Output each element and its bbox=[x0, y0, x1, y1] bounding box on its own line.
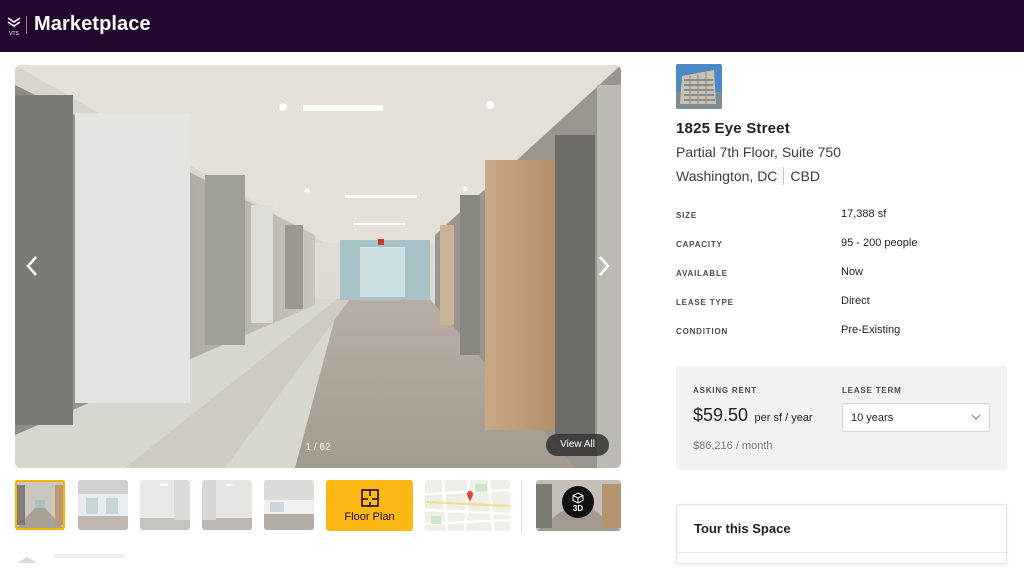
building-photo[interactable] bbox=[676, 64, 722, 109]
tour-card: Tour this Space bbox=[676, 504, 1008, 564]
location-divider bbox=[783, 167, 785, 185]
partial-content bbox=[54, 554, 124, 558]
logo-divider bbox=[26, 16, 27, 34]
listing-city: Washington, DC bbox=[676, 168, 778, 184]
spec-label: CONDITION bbox=[676, 327, 729, 336]
map-thumbnail[interactable] bbox=[425, 480, 510, 531]
next-photo-button[interactable] bbox=[589, 251, 619, 281]
spec-row-capacity: CAPACITY 95 - 200 people bbox=[676, 237, 1007, 253]
3d-tour-badge: 3D bbox=[562, 486, 594, 518]
floor-plan-label: Floor Plan bbox=[344, 511, 395, 523]
spec-value: Direct bbox=[841, 295, 870, 307]
rent-amount: $59.50 bbox=[693, 405, 749, 425]
top-navigation-bar: VTS Marketplace bbox=[0, 0, 1024, 52]
spec-value: 17,388 sf bbox=[841, 208, 887, 220]
thumbnail-1[interactable] bbox=[15, 480, 65, 530]
chevron-down-icon bbox=[971, 414, 981, 420]
vts-logo-icon[interactable]: VTS bbox=[6, 15, 22, 37]
svg-text:VTS: VTS bbox=[9, 31, 19, 37]
lease-term-select[interactable]: 10 years bbox=[842, 403, 990, 432]
listing-suite: Partial 7th Floor, Suite 750 bbox=[676, 144, 841, 160]
partial-avatar bbox=[15, 550, 45, 563]
thumbnail-3[interactable] bbox=[140, 480, 190, 530]
floor-plan-button[interactable]: Floor Plan bbox=[326, 480, 413, 531]
spec-value: Pre-Existing bbox=[841, 324, 901, 336]
hallway-photo bbox=[15, 65, 621, 468]
spec-row-size: SIZE 17,388 sf bbox=[676, 208, 1007, 224]
thumbnail-5[interactable] bbox=[264, 480, 314, 530]
lease-term-value: 10 years bbox=[851, 412, 894, 424]
lease-term-label: LEASE TERM bbox=[842, 386, 902, 395]
previous-photo-button[interactable] bbox=[17, 251, 47, 281]
spec-label: LEASE TYPE bbox=[676, 298, 734, 307]
cube-icon bbox=[572, 491, 584, 504]
spec-label: CAPACITY bbox=[676, 240, 723, 249]
listing-address: 1825 Eye Street bbox=[676, 120, 790, 137]
spec-value: Now bbox=[841, 266, 864, 278]
brand-title[interactable]: Marketplace bbox=[34, 13, 151, 36]
spec-row-lease-type: LEASE TYPE Direct bbox=[676, 295, 1007, 311]
3d-tour-thumbnail[interactable]: 3D bbox=[536, 480, 621, 531]
floor-plan-icon bbox=[360, 489, 379, 507]
view-all-button[interactable]: View All bbox=[546, 434, 609, 456]
asking-rent-label: ASKING RENT bbox=[693, 386, 757, 395]
3d-badge-label: 3D bbox=[572, 503, 584, 513]
thumbnail-4[interactable] bbox=[202, 480, 252, 530]
spec-value: 95 - 200 people bbox=[841, 237, 918, 249]
rent-unit: per sf / year bbox=[754, 412, 813, 424]
pricing-panel: ASKING RENT $59.50 per sf / year $86,216… bbox=[676, 366, 1007, 470]
spec-label: SIZE bbox=[676, 211, 697, 220]
listing-submarket: CBD bbox=[790, 168, 820, 184]
chevron-right-icon bbox=[599, 256, 610, 276]
listing-location: Washington, DC CBD bbox=[676, 167, 820, 185]
spec-label: AVAILABLE bbox=[676, 269, 728, 278]
chevron-left-icon bbox=[26, 256, 37, 276]
tour-divider bbox=[677, 552, 1008, 553]
thumbnail-divider bbox=[521, 480, 522, 531]
tour-title: Tour this Space bbox=[694, 521, 791, 536]
photo-counter: 1 / 62 bbox=[305, 442, 331, 453]
monthly-rent: $86,216 / month bbox=[693, 440, 773, 452]
photo-gallery[interactable]: 1 / 62 View All bbox=[15, 65, 621, 468]
spec-row-condition: CONDITION Pre-Existing bbox=[676, 324, 1007, 340]
thumbnail-strip: Floor Plan 3D bbox=[15, 480, 621, 531]
spec-row-available: AVAILABLE Now bbox=[676, 266, 1007, 282]
thumbnail-2[interactable] bbox=[78, 480, 128, 530]
asking-rent: $59.50 per sf / year bbox=[693, 405, 813, 426]
